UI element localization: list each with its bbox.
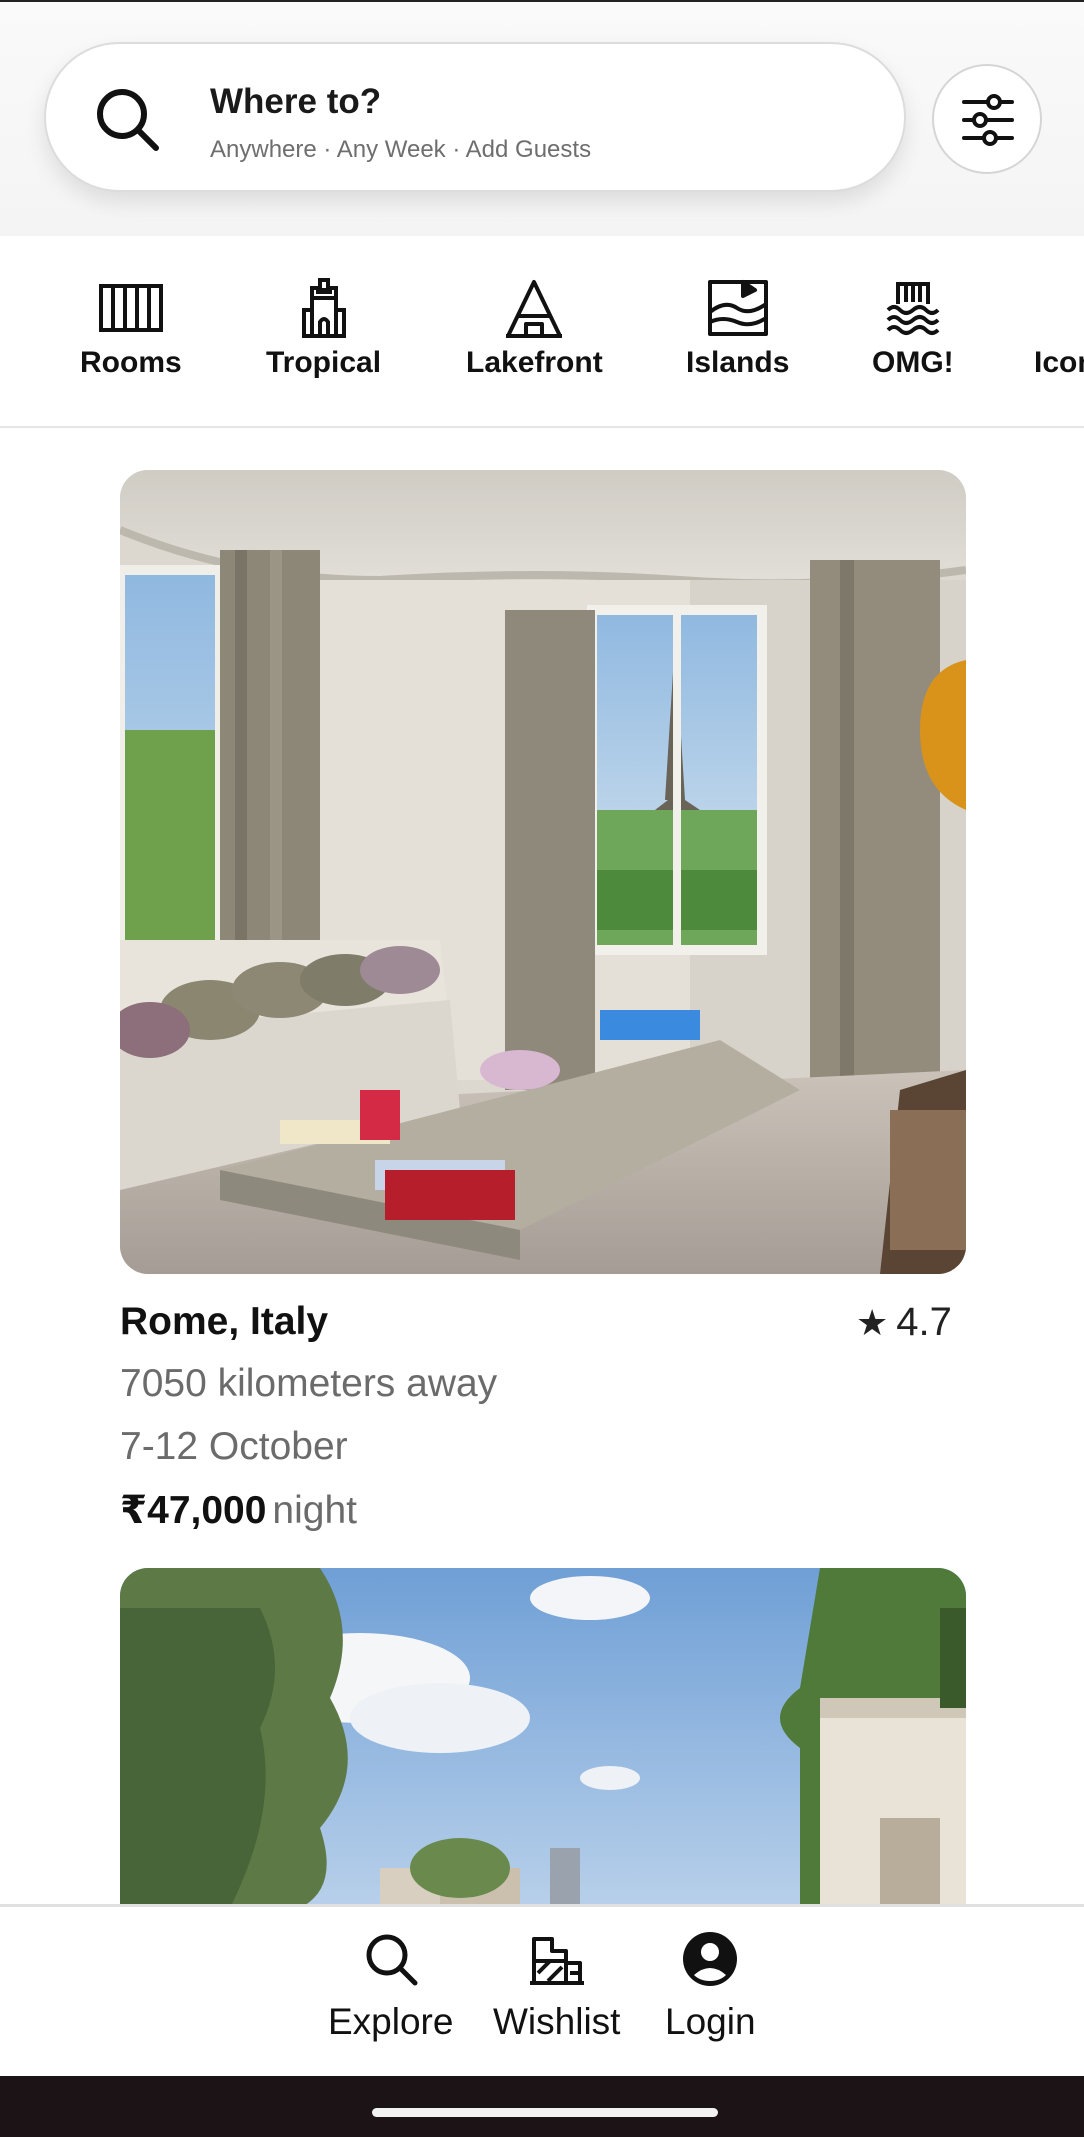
listing-image	[120, 1568, 966, 1908]
search-icon	[97, 89, 159, 151]
search-header: Where to? Anywhere · Any Week · Add Gues…	[0, 2, 1084, 236]
nav-login[interactable]: Login	[665, 1931, 756, 2043]
listing-price: ₹47,000	[120, 1489, 267, 1532]
listing-dates: 7-12 October	[120, 1425, 348, 1468]
search-subtitle: Anywhere · Any Week · Add Guests	[210, 136, 592, 163]
category-omg[interactable]: OMG!	[872, 278, 954, 380]
listing-image	[120, 470, 966, 1274]
tower-icon	[301, 278, 346, 338]
listing-title: Rome, Italy	[120, 1300, 329, 1343]
category-label: Rooms	[80, 346, 182, 379]
icons-icon	[1043, 278, 1084, 338]
category-icons[interactable]: Icons	[1034, 278, 1084, 380]
listing-price-row: ₹47,000 night	[120, 1488, 357, 1533]
category-label: OMG!	[872, 346, 954, 379]
account-icon	[683, 1932, 738, 1986]
nav-label: Wishlist	[493, 2001, 621, 2042]
category-label: Tropical	[266, 346, 382, 379]
waves-icon	[886, 282, 940, 335]
nav-wishlist[interactable]: Wishlist	[493, 1931, 620, 2043]
rooms-icon	[98, 284, 163, 332]
listing-distance: 7050 kilometers away	[120, 1362, 498, 1405]
rating-value: 4.7	[896, 1300, 952, 1344]
home-indicator[interactable]	[372, 2108, 718, 2117]
search-title: Where to?	[210, 82, 382, 121]
star-icon: ★	[856, 1302, 889, 1343]
filter-button[interactable]	[932, 64, 1042, 174]
a-frame-icon	[506, 280, 563, 338]
search-icon	[366, 1934, 418, 1986]
category-bar: Rooms Tropical Lakefront Islands OMG! Ic…	[0, 236, 1084, 428]
price-unit: night	[272, 1489, 357, 1532]
bottom-navigation: Explore Wishlist Login	[0, 1904, 1084, 2079]
category-tropical[interactable]: Tropical	[266, 278, 381, 380]
nav-label: Explore	[328, 2001, 454, 2042]
category-label: Lakefront	[466, 346, 603, 379]
search-bar[interactable]: Where to? Anywhere · Any Week · Add Gues…	[44, 42, 906, 192]
wishlist-icon	[529, 1937, 584, 1985]
island-map-icon	[707, 280, 768, 336]
category-label: Icons	[1034, 346, 1084, 379]
sliders-icon	[962, 94, 1014, 146]
listing-photo[interactable]	[120, 470, 966, 1274]
nav-explore[interactable]: Explore	[328, 1931, 453, 2043]
listing-rating: ★ 4.7	[856, 1300, 952, 1345]
category-islands[interactable]: Islands	[686, 278, 789, 380]
listing-photo[interactable]	[120, 1568, 966, 1908]
category-label: Islands	[686, 346, 790, 379]
category-rooms[interactable]: Rooms	[80, 278, 182, 380]
system-navigation-bar	[0, 2076, 1084, 2137]
nav-label: Login	[665, 2001, 756, 2042]
category-lakefront[interactable]: Lakefront	[466, 278, 603, 380]
